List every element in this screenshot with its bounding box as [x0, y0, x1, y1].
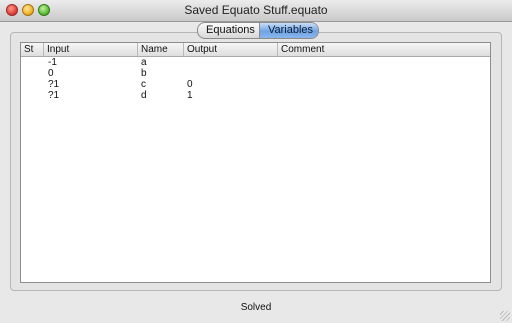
column-header-output[interactable]: Output: [184, 43, 278, 56]
cell-name[interactable]: d: [138, 90, 184, 101]
cell-input[interactable]: ?1: [44, 79, 138, 90]
title-bar[interactable]: Saved Equato Stuff.equato: [0, 0, 512, 22]
cell-output: 1: [187, 90, 193, 101]
table-header: St Input Name Output Comment: [21, 43, 490, 57]
window-title: Saved Equato Stuff.equato: [184, 3, 328, 17]
column-header-input[interactable]: Input: [44, 43, 138, 56]
resize-grip-icon[interactable]: [500, 311, 510, 321]
cell-input[interactable]: 0: [44, 68, 138, 79]
table-row[interactable]: ?1 d 1: [21, 90, 490, 101]
cell-input[interactable]: -1: [44, 57, 138, 68]
cell-name[interactable]: a: [138, 57, 184, 68]
status-text: Solved: [240, 302, 272, 313]
cell-name[interactable]: c: [138, 79, 184, 90]
table-row[interactable]: 0 b: [21, 68, 490, 79]
tab-equations[interactable]: Equations: [198, 23, 260, 38]
view-tabs: Equations Variables: [197, 22, 319, 39]
cell-output: 0: [187, 79, 193, 90]
app-window: Saved Equato Stuff.equato Equations Vari…: [0, 0, 512, 323]
variables-table[interactable]: St Input Name Output Comment -1 a 0 b ?1…: [20, 42, 491, 283]
column-header-st[interactable]: St: [21, 43, 44, 56]
tab-variables[interactable]: Variables: [260, 23, 318, 38]
column-header-name[interactable]: Name: [138, 43, 184, 56]
table-row[interactable]: ?1 c 0: [21, 79, 490, 90]
cell-input[interactable]: ?1: [44, 90, 138, 101]
cell-name[interactable]: b: [138, 68, 184, 79]
table-row[interactable]: -1 a: [21, 57, 490, 68]
column-header-comment[interactable]: Comment: [278, 43, 490, 56]
